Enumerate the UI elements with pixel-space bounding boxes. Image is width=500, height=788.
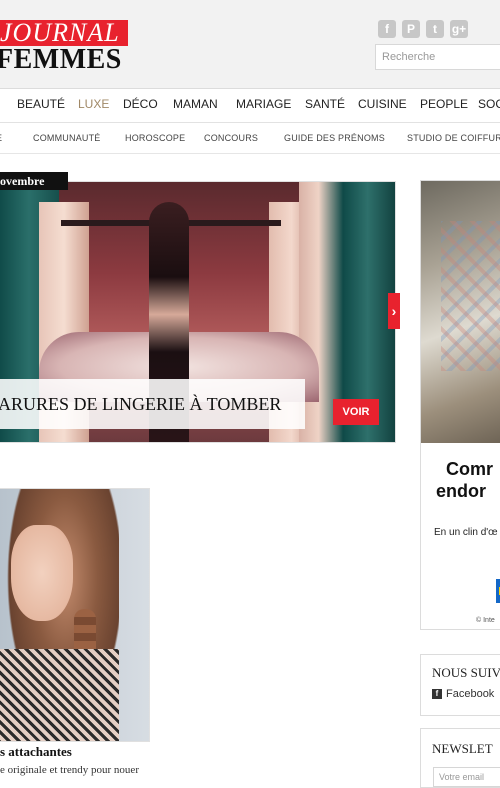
- ad-headline-1: Comr: [446, 459, 494, 479]
- follow-box: NOUS SUIV f Facebook: [420, 654, 500, 716]
- nav-mariage[interactable]: MARIAGE: [236, 97, 291, 111]
- facebook-icon[interactable]: f: [378, 20, 396, 38]
- ad-body: En un clin d'œ: [434, 527, 498, 538]
- search-input[interactable]: Recherche: [375, 44, 500, 70]
- sub-nav: E COMMUNAUTÉ HOROSCOPE CONCOURS GUIDE DE…: [0, 123, 500, 154]
- subnav-item-cut[interactable]: E: [0, 133, 2, 143]
- article-image-dress: [0, 649, 119, 741]
- article-image-face: [11, 525, 73, 621]
- hero-caption[interactable]: ARURES DE LINGERIE À TOMBER: [0, 379, 305, 429]
- hero-next-arrow[interactable]: ›: [388, 293, 400, 329]
- site-header: JOURNAL FEMMES f P t g+ Recherche: [0, 0, 500, 89]
- nav-maman[interactable]: MAMAN: [173, 97, 218, 111]
- facebook-icon: f: [432, 689, 442, 699]
- subnav-guide-prenoms[interactable]: GUIDE DES PRÉNOMS: [284, 133, 385, 143]
- article-card-image[interactable]: [0, 488, 150, 742]
- nav-soc[interactable]: SOC: [478, 97, 500, 111]
- newsletter-box: NEWSLET Votre email: [420, 728, 500, 788]
- subnav-concours[interactable]: CONCOURS: [204, 133, 258, 143]
- ad-image: [421, 181, 500, 443]
- facebook-label: Facebook: [446, 688, 495, 700]
- subnav-communaute[interactable]: COMMUNAUTÉ: [33, 133, 101, 143]
- nav-cuisine[interactable]: CUISINE: [358, 97, 407, 111]
- nav-luxe[interactable]: LUXE: [78, 97, 109, 111]
- article-description: e originale et trendy pour nouer: [0, 764, 139, 776]
- subnav-studio-coiffure[interactable]: STUDIO DE COIFFURE: [407, 133, 500, 143]
- ad-footer: © Inte: [476, 617, 495, 624]
- pinterest-icon[interactable]: P: [402, 20, 420, 38]
- newsletter-title: NEWSLET: [432, 741, 493, 756]
- hero-date-tag: ovembre: [0, 172, 68, 190]
- nav-people[interactable]: PEOPLE: [420, 97, 468, 111]
- hero-voir-button[interactable]: VOIR: [333, 399, 379, 425]
- logo-top-text: JOURNAL: [0, 18, 120, 47]
- ad-banner[interactable]: Comr endor En un clin d'œ © Inte: [420, 180, 500, 630]
- social-links: f P t g+: [378, 20, 468, 38]
- main-nav: BEAUTÉ LUXE DÉCO MAMAN MARIAGE SANTÉ CUI…: [0, 89, 500, 123]
- nav-sante[interactable]: SANTÉ: [305, 97, 345, 111]
- article-title[interactable]: s attachantes: [0, 744, 72, 760]
- nav-deco[interactable]: DÉCO: [123, 97, 158, 111]
- google-plus-icon[interactable]: g+: [450, 20, 468, 38]
- newsletter-email-input[interactable]: Votre email: [433, 767, 500, 787]
- logo-bottom-text[interactable]: FEMMES: [0, 44, 122, 76]
- site-logo[interactable]: JOURNAL: [0, 20, 128, 46]
- twitter-icon[interactable]: t: [426, 20, 444, 38]
- follow-title: NOUS SUIV: [432, 665, 500, 680]
- nav-beaute[interactable]: BEAUTÉ: [17, 97, 65, 111]
- ad-logo: [496, 579, 500, 603]
- follow-facebook-link[interactable]: f Facebook: [432, 688, 494, 700]
- ad-headline-2: endor: [436, 481, 487, 501]
- subnav-horoscope[interactable]: HOROSCOPE: [125, 133, 185, 143]
